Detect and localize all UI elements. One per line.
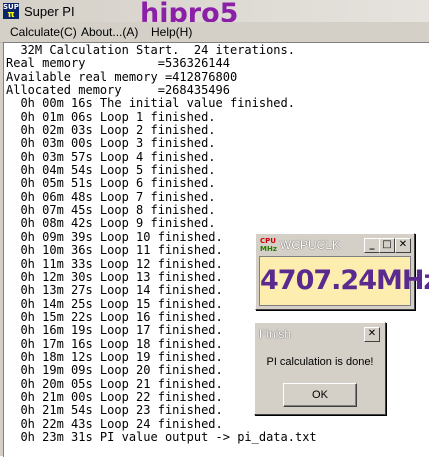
cpu-mhz-icon: CPU MHz: [260, 237, 278, 253]
menu-about[interactable]: About...(A): [81, 25, 138, 39]
finish-title-bar[interactable]: Finish ✕: [257, 325, 383, 343]
title-bar[interactable]: SUPER π Super PI hipro5: [0, 0, 429, 29]
superpi-window: SUPER π Super PI hipro5 Calculate(C) Abo…: [0, 0, 429, 457]
window-title: Super PI: [24, 4, 75, 19]
log-line: 0h 02m 03s Loop 2 finished.: [6, 123, 216, 138]
log-line: 0h 05m 51s Loop 6 finished.: [6, 176, 216, 191]
log-line: 0h 22m 43s Loop 24 finished.: [6, 416, 223, 431]
log-line: 0h 07m 45s Loop 8 finished.: [6, 203, 216, 218]
finish-dialog: Finish ✕ PI calculation is done! OK: [254, 322, 386, 415]
log-line: 0h 01m 06s Loop 1 finished.: [6, 109, 216, 124]
log-line: 0h 03m 57s Loop 4 finished.: [6, 149, 216, 164]
log-line: 0h 08m 42s Loop 9 finished.: [6, 216, 216, 231]
log-line: 0h 06m 48s Loop 7 finished.: [6, 189, 216, 204]
menu-calculate[interactable]: Calculate(C): [10, 25, 77, 39]
log-line: 32M Calculation Start. 24 iterations.: [6, 43, 295, 57]
pi-icon: π: [7, 10, 15, 20]
log-line: Available real memory =412876800: [6, 69, 238, 84]
superpi-app-icon[interactable]: SUPER π: [3, 3, 19, 19]
frequency-display: 4707.24MHz: [259, 256, 429, 306]
maximize-button[interactable]: □: [379, 238, 395, 253]
menu-bar: Calculate(C) About...(A) Help(H): [0, 22, 429, 43]
finish-message: PI calculation is done!: [266, 356, 374, 368]
cpu-frequency: 4707.24MHz: [260, 265, 429, 296]
finish-title: Finish: [259, 327, 292, 341]
ok-button[interactable]: OK: [283, 383, 357, 407]
log-line: 0h 23m 31s PI value output -> pi_data.tx…: [6, 429, 317, 444]
wcpuclk-title-bar[interactable]: CPU MHz WCPUCLK _ □ ✕: [258, 236, 411, 254]
dialog-close-button[interactable]: ✕: [364, 327, 380, 342]
log-line: 0h 03m 00s Loop 3 finished.: [6, 136, 216, 151]
close-button[interactable]: ✕: [395, 238, 411, 253]
log-line: 0h 04m 54s Loop 5 finished.: [6, 163, 216, 178]
wcpuclk-window[interactable]: CPU MHz WCPUCLK _ □ ✕ 4707.24MHz: [255, 233, 429, 310]
log-line: Real memory =536326144: [6, 56, 230, 71]
wcpuclk-title: WCPUCLK: [280, 238, 341, 252]
log-line: 0h 00m 16s The initial value finished.: [6, 96, 295, 111]
mhz-icon-label: MHz: [260, 245, 277, 253]
minimize-button[interactable]: _: [364, 238, 380, 253]
cpu-icon-label: CPU: [260, 237, 276, 245]
menu-help[interactable]: Help(H): [151, 25, 192, 39]
log-line: Allocated memory =268435496: [6, 83, 230, 98]
